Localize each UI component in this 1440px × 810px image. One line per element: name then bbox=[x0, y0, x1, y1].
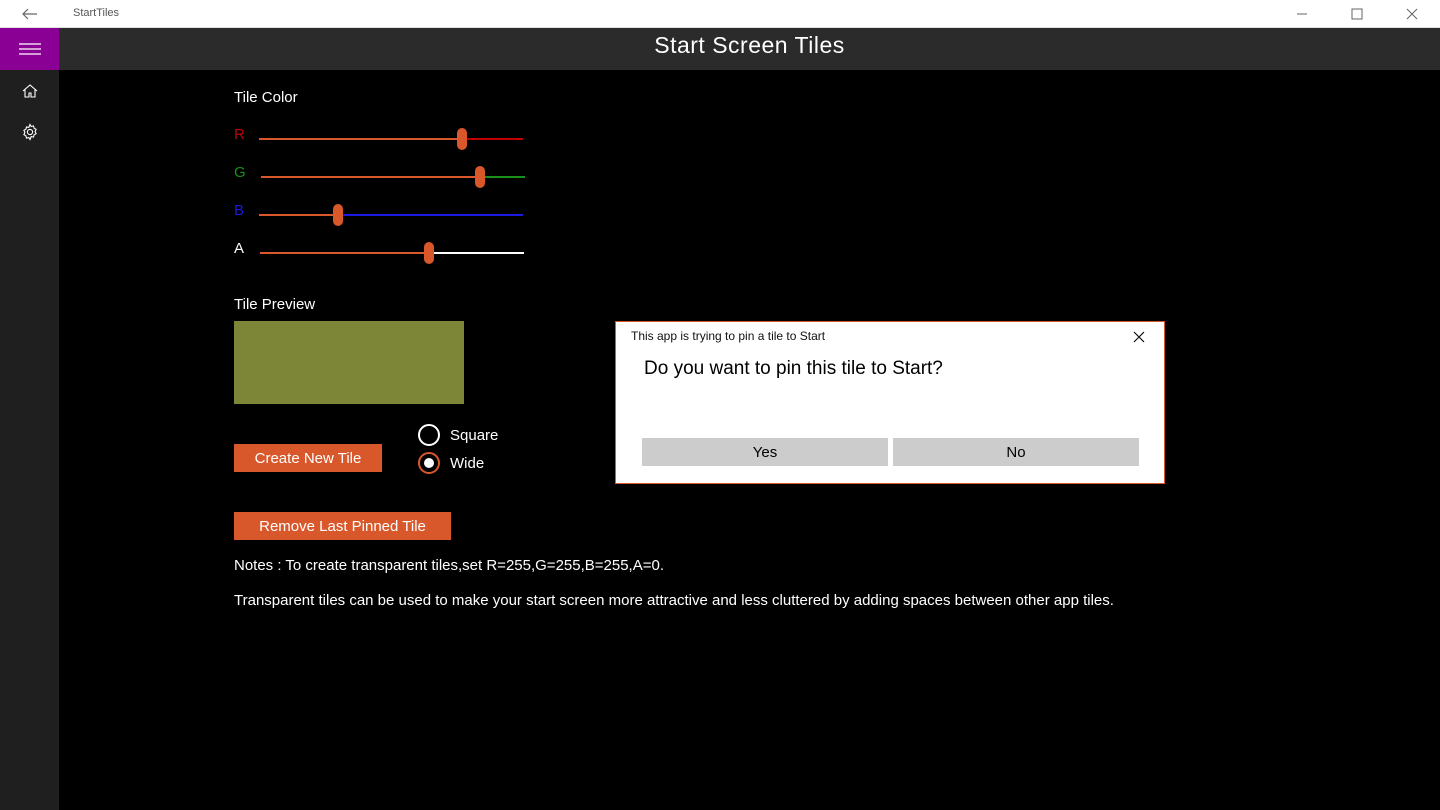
slider-label-r: R bbox=[234, 126, 245, 143]
create-new-tile-button[interactable]: Create New Tile bbox=[234, 444, 382, 472]
slider-thumb[interactable] bbox=[457, 128, 468, 150]
radio-square[interactable]: Square bbox=[418, 424, 498, 446]
maximize-icon bbox=[1351, 8, 1363, 20]
slider-fill bbox=[261, 176, 481, 178]
home-icon bbox=[22, 84, 38, 98]
radio-square-label: Square bbox=[450, 426, 499, 444]
sidebar-item-settings[interactable] bbox=[16, 118, 44, 146]
window-titlebar: StartTiles bbox=[0, 0, 1440, 28]
app-header: Start Screen Tiles bbox=[0, 28, 1440, 70]
maximize-button[interactable] bbox=[1334, 0, 1380, 28]
slider-r[interactable] bbox=[259, 128, 523, 150]
close-window-button[interactable] bbox=[1389, 0, 1435, 28]
dialog-message: Do you want to pin this tile to Start? bbox=[644, 358, 943, 379]
remove-last-pinned-tile-button[interactable]: Remove Last Pinned Tile bbox=[234, 512, 451, 540]
radio-wide-label: Wide bbox=[450, 454, 485, 472]
minimize-icon bbox=[1297, 13, 1307, 15]
slider-fill bbox=[260, 252, 429, 254]
close-icon bbox=[1406, 8, 1418, 20]
page-title: Start Screen Tiles bbox=[654, 32, 845, 58]
gear-icon bbox=[23, 123, 37, 141]
slider-fill bbox=[259, 214, 339, 216]
tile-preview bbox=[234, 321, 464, 404]
window-title: StartTiles bbox=[73, 7, 120, 19]
slider-g[interactable] bbox=[261, 166, 525, 188]
tile-color-label: Tile Color bbox=[234, 89, 298, 106]
no-button[interactable]: No bbox=[893, 438, 1139, 466]
back-button[interactable] bbox=[16, 2, 44, 26]
yes-button[interactable]: Yes bbox=[642, 438, 888, 466]
hamburger-icon bbox=[18, 43, 41, 55]
dialog-title: This app is trying to pin a tile to Star… bbox=[631, 329, 826, 343]
minimize-button[interactable] bbox=[1279, 0, 1325, 28]
sidebar-item-home[interactable] bbox=[16, 77, 44, 105]
slider-a[interactable] bbox=[260, 242, 524, 264]
menu-button[interactable] bbox=[0, 28, 59, 70]
close-icon bbox=[1133, 331, 1145, 343]
tile-preview-label: Tile Preview bbox=[234, 296, 316, 313]
slider-fill bbox=[259, 138, 463, 140]
notes-line-2: Transparent tiles can be used to make yo… bbox=[234, 592, 1114, 609]
slider-thumb[interactable] bbox=[423, 242, 434, 264]
slider-label-b: B bbox=[234, 202, 245, 219]
slider-thumb[interactable] bbox=[475, 166, 486, 188]
slider-label-g: G bbox=[234, 164, 246, 181]
slider-label-a: A bbox=[234, 240, 245, 257]
radio-wide-circle bbox=[418, 452, 440, 474]
slider-thumb[interactable] bbox=[333, 204, 344, 226]
slider-b[interactable] bbox=[259, 204, 523, 226]
back-arrow-icon bbox=[22, 8, 37, 20]
sidebar bbox=[0, 70, 59, 810]
notes-line-1: Notes : To create transparent tiles,set … bbox=[234, 557, 664, 574]
dialog-close-button[interactable] bbox=[1125, 325, 1153, 349]
radio-wide[interactable]: Wide bbox=[418, 452, 484, 474]
radio-square-circle bbox=[418, 424, 440, 446]
pin-tile-dialog: This app is trying to pin a tile to Star… bbox=[615, 321, 1165, 484]
